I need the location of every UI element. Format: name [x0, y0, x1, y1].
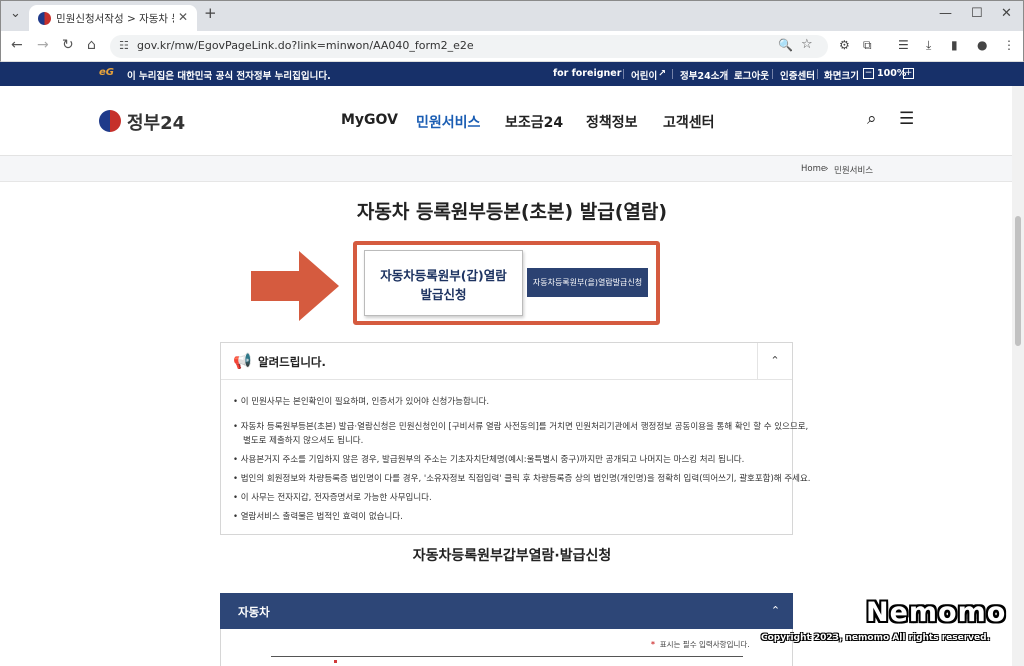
official-notice[interactable]: 이 누리집은 대한민국 공식 전자정부 누리집입니다.	[127, 68, 331, 82]
kids-link[interactable]: 어린이	[631, 68, 657, 82]
page-title: 자동차 등록원부등본(초본) 발급(열람)	[356, 201, 668, 223]
logout-link[interactable]: 로그아웃	[734, 68, 769, 82]
breadcrumb: Home › 민원서비스	[0, 156, 1024, 182]
form-divider	[271, 656, 743, 657]
screen-size-label: 화면크기	[824, 71, 859, 82]
required-note-text: 표시는 필수 입력사항입니다.	[659, 640, 750, 649]
browser-toolbar: ← → ↻ ⌂ ☷ gov.kr/mw/EgovPageLink.do?link…	[0, 31, 1024, 62]
notice-item-continued: 별도로 제출하지 않으셔도 됩니다.	[243, 436, 364, 446]
car-section-title: 자동차	[238, 605, 270, 619]
home-icon[interactable]: ⌂	[87, 37, 96, 53]
foreigner-link[interactable]: for foreigner	[553, 68, 621, 79]
megaphone-icon: 📢	[233, 352, 252, 370]
divider	[623, 69, 624, 79]
notice-header: 📢 알려드립니다. ⌃	[221, 343, 792, 380]
notice-text: 열람서비스 출력물은 법적인 효력이 없습니다.	[240, 512, 403, 522]
menu-icon[interactable]: ⋮	[1003, 38, 1015, 52]
watermark-copyright: Copyright 2023, nemomo All rights reserv…	[761, 633, 990, 643]
maximize-icon[interactable]: ☐	[971, 6, 983, 21]
minimize-icon[interactable]: —	[939, 6, 952, 21]
required-asterisk: *	[651, 640, 655, 649]
notice-text: 자동차 등록원부등본(초본) 발급·열람신청은 민원신청인이 [구비서류 열람 …	[240, 422, 809, 432]
site-logo[interactable]: 정부24	[127, 109, 185, 135]
zoom-out-button[interactable]: −	[863, 68, 874, 79]
gov24-intro-link[interactable]: 정부24소개	[680, 68, 728, 82]
taegeuk-logo-icon[interactable]	[99, 110, 121, 132]
notice-item: • 이 사무는 전자지갑, 전자증명서로 가능한 사무입니다.	[233, 493, 432, 503]
zoom-level: 100%	[877, 68, 907, 79]
cert-center-link[interactable]: 인증센터	[780, 68, 815, 82]
external-link-icon: ↗	[658, 68, 666, 79]
zoom-icon[interactable]: 🔍	[778, 38, 793, 52]
notice-title: 알려드립니다.	[258, 355, 326, 369]
zoom-in-button[interactable]: +	[903, 68, 914, 79]
apply-eul-register-button[interactable]: 자동차등록원부(을)열람발급신청	[527, 268, 648, 297]
gov-favicon-icon	[38, 12, 51, 25]
profile-avatar[interactable]: ●	[977, 38, 987, 52]
bookmark-star-icon[interactable]: ☆	[801, 37, 813, 52]
collapse-icon[interactable]: ⌃	[757, 343, 792, 379]
notice-item: • 자동차 등록원부등본(초본) 발급·열람신청은 민원신청인이 [구비서류 열…	[233, 422, 809, 432]
divider	[817, 69, 818, 79]
tab-title: 민원신청서작성 > 자동차 등록	[56, 13, 174, 25]
collapse-icon[interactable]: ⌃	[758, 593, 793, 629]
divider	[672, 69, 673, 79]
nav-customer-center[interactable]: 고객센터	[663, 112, 715, 132]
breadcrumb-home[interactable]: Home	[801, 164, 826, 174]
page-scrollbar[interactable]	[1012, 86, 1024, 666]
apply-gap-register-button[interactable]: 자동차등록원부(갑)열람발급신청	[364, 250, 523, 316]
watermark-name: Nemomo	[866, 597, 1007, 628]
notice-text: 사용본거지 주소를 기입하지 않은 경우, 발급원부의 주소는 기초자치단체명(…	[240, 455, 745, 465]
browser-tab-bar: ⌄ 민원신청서작성 > 자동차 등록 ✕ + — ☐ ✕	[0, 0, 1024, 32]
egov-logo: eG	[99, 67, 114, 78]
search-icon[interactable]: ⌕	[867, 109, 877, 129]
address-bar[interactable]: ☷ gov.kr/mw/EgovPageLink.do?link=minwon/…	[110, 35, 828, 58]
notice-text: 이 사무는 전자지갑, 전자증명서로 가능한 사무입니다.	[240, 493, 432, 503]
site-info-icon[interactable]: ☷	[119, 39, 129, 52]
nav-mygov[interactable]: MyGOV	[341, 112, 398, 128]
site-header: 정부24 MyGOV 민원서비스 보조금24 정책정보 고객센터 ⌕ ☰	[0, 86, 1024, 156]
tab-close-icon[interactable]: ✕	[178, 10, 188, 24]
notice-item: • 이 민원사무는 본인확인이 필요하며, 인증서가 있어야 신청가능합니다.	[233, 397, 490, 407]
reading-list-icon[interactable]: ☰	[898, 38, 909, 52]
notice-panel: 📢 알려드립니다. ⌃ • 이 민원사무는 본인확인이 필요하며, 인증서가 있…	[220, 342, 810, 535]
side-panel-icon[interactable]: ▮	[951, 38, 958, 52]
close-window-icon[interactable]: ✕	[1001, 6, 1012, 21]
nav-policy-info[interactable]: 정책정보	[586, 112, 638, 132]
divider	[727, 69, 728, 79]
gov-official-strip: eG 이 누리집은 대한민국 공식 전자정부 누리집입니다. for forei…	[0, 62, 1024, 86]
reload-icon[interactable]: ↻	[62, 37, 74, 53]
notice-text: 이 민원사무는 본인확인이 필요하며, 인증서가 있어야 신청가능합니다.	[240, 397, 490, 407]
required-note: * 표시는 필수 입력사항입니다.	[651, 639, 750, 650]
tab-search-icon[interactable]: ⌄	[10, 6, 21, 21]
car-section-body: * 표시는 필수 입력사항입니다.	[220, 629, 793, 666]
section-heading: 자동차등록원부갑부열람·발급신청	[412, 548, 612, 564]
url-text: gov.kr/mw/EgovPageLink.do?link=minwon/AA…	[137, 39, 474, 52]
download-icon[interactable]: ⤓	[926, 38, 931, 53]
notice-item: • 사용본거지 주소를 기입하지 않은 경우, 발급원부의 주소는 기초자치단체…	[233, 455, 745, 465]
chevron-right-icon: ›	[825, 164, 829, 174]
notice-text: 법인의 회원정보와 차량등록증 법인명이 다를 경우, '소유자정보 직접입력'…	[240, 474, 811, 484]
divider	[772, 69, 773, 79]
new-tab-button[interactable]: +	[204, 4, 217, 22]
arrow-right-icon	[251, 251, 339, 321]
car-section-header[interactable]: 자동차 ⌃	[220, 593, 793, 629]
puzzle-icon[interactable]: ⧉	[863, 38, 872, 53]
notice-item: • 열람서비스 출력물은 법적인 효력이 없습니다.	[233, 512, 403, 522]
extension-icon[interactable]: ⚙	[839, 38, 850, 52]
nav-subsidy24[interactable]: 보조금24	[505, 112, 563, 132]
required-marker	[334, 660, 337, 663]
breadcrumb-current[interactable]: 민원서비스	[834, 164, 873, 176]
scrollbar-thumb[interactable]	[1015, 216, 1021, 346]
back-icon[interactable]: ←	[11, 37, 23, 53]
browser-tab[interactable]: 민원신청서작성 > 자동차 등록 ✕	[29, 5, 197, 32]
notice-item: • 법인의 회원정보와 차량등록증 법인명이 다를 경우, '소유자정보 직접입…	[233, 474, 811, 484]
forward-icon[interactable]: →	[37, 37, 49, 53]
nav-civil-service[interactable]: 민원서비스	[416, 112, 480, 132]
hamburger-menu-icon[interactable]: ☰	[899, 109, 914, 129]
